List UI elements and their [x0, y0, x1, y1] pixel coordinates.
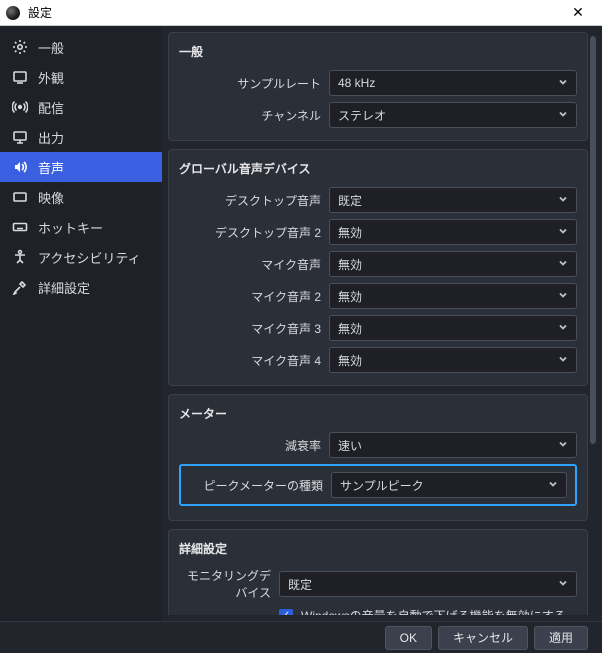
tools-icon [12, 279, 28, 295]
mic-audio-4-select[interactable]: 無効 [329, 347, 577, 373]
monitoring-device-label: モニタリングデバイス [179, 567, 279, 601]
gear-icon [12, 39, 28, 55]
chevron-down-icon [558, 76, 568, 90]
sidebar-item-appearance[interactable]: 外観 [0, 62, 162, 92]
sidebar-item-stream[interactable]: 配信 [0, 92, 162, 122]
sidebar-item-hotkeys[interactable]: ホットキー [0, 212, 162, 242]
select-value: 既定 [338, 192, 362, 209]
sidebar-item-label: 外観 [38, 68, 64, 87]
audio-icon [12, 159, 28, 175]
sidebar-item-label: 音声 [38, 158, 64, 177]
scrollbar-thumb[interactable] [590, 36, 596, 444]
ok-button[interactable]: OK [385, 626, 432, 650]
disable-audio-ducking-label: Windowsの音量を自動で下げる機能を無効にする [301, 607, 566, 615]
mic-audio-3-select[interactable]: 無効 [329, 315, 577, 341]
sidebar-item-accessibility[interactable]: アクセシビリティ [0, 242, 162, 272]
sidebar-item-output[interactable]: 出力 [0, 122, 162, 152]
group-title: 一般 [179, 43, 577, 60]
channels-label: チャンネル [179, 107, 329, 124]
desktop-audio-2-select[interactable]: 無効 [329, 219, 577, 245]
chevron-down-icon [558, 577, 568, 591]
palette-icon [12, 69, 28, 85]
select-value: サンプルピーク [340, 477, 424, 494]
sidebar-item-general[interactable]: 一般 [0, 32, 162, 62]
mic-audio-3-label: マイク音声 3 [179, 320, 329, 337]
chevron-down-icon [558, 289, 568, 303]
disable-audio-ducking-checkbox[interactable]: ✓ [279, 609, 293, 616]
chevron-down-icon [558, 353, 568, 367]
peak-meter-type-label: ピークメーターの種類 [189, 477, 331, 494]
sample-rate-label: サンプルレート [179, 75, 329, 92]
chevron-down-icon [558, 257, 568, 271]
close-button[interactable]: ✕ [560, 0, 596, 25]
desktop-audio-1-label: デスクトップ音声 [179, 192, 329, 209]
sidebar-item-label: 詳細設定 [38, 278, 90, 297]
apply-button[interactable]: 適用 [534, 626, 588, 650]
window-title: 設定 [28, 4, 560, 21]
titlebar: 設定 ✕ [0, 0, 602, 26]
sidebar-item-label: 配信 [38, 98, 64, 117]
select-value: 速い [338, 437, 362, 454]
peak-meter-type-select[interactable]: サンプルピーク [331, 472, 567, 498]
sidebar-item-advanced[interactable]: 詳細設定 [0, 272, 162, 302]
sidebar: 一般 外観 配信 出力 音声 映像 ホットキー アクセシビリティ [0, 26, 162, 621]
sidebar-item-video[interactable]: 映像 [0, 182, 162, 212]
cancel-button[interactable]: キャンセル [438, 626, 528, 650]
mic-audio-4-label: マイク音声 4 [179, 352, 329, 369]
mic-audio-2-select[interactable]: 無効 [329, 283, 577, 309]
chevron-down-icon [558, 321, 568, 335]
select-value: 既定 [288, 576, 312, 593]
group-advanced: 詳細設定 モニタリングデバイス 既定 ✓ Windowsの音量を自動で下げる機能… [168, 529, 588, 615]
desktop-audio-1-select[interactable]: 既定 [329, 187, 577, 213]
highlight-peak-meter-row: ピークメーターの種類 サンプルピーク [179, 464, 577, 506]
chevron-down-icon [558, 193, 568, 207]
output-icon [12, 129, 28, 145]
mic-audio-1-label: マイク音声 [179, 256, 329, 273]
chevron-down-icon [558, 225, 568, 239]
select-value: ステレオ [338, 107, 386, 124]
accessibility-icon [12, 249, 28, 265]
mic-audio-2-label: マイク音声 2 [179, 288, 329, 305]
group-title: 詳細設定 [179, 540, 577, 557]
decay-rate-select[interactable]: 速い [329, 432, 577, 458]
app-logo-icon [6, 6, 20, 20]
chevron-down-icon [558, 438, 568, 452]
select-value: 無効 [338, 224, 362, 241]
select-value: 無効 [338, 320, 362, 337]
decay-rate-label: 減衰率 [179, 437, 329, 454]
content-area: 一般 サンプルレート 48 kHz チャンネル ステレオ [168, 32, 588, 615]
mic-audio-1-select[interactable]: 無効 [329, 251, 577, 277]
vertical-scrollbar[interactable] [588, 32, 598, 615]
dialog-footer: OK キャンセル 適用 [0, 621, 602, 653]
sidebar-item-label: 一般 [38, 38, 64, 57]
group-meters: メーター 減衰率 速い ピークメーターの種類 サンプルピーク [168, 394, 588, 521]
video-icon [12, 189, 28, 205]
group-title: グローバル音声デバイス [179, 160, 577, 177]
select-value: 無効 [338, 288, 362, 305]
group-title: メーター [179, 405, 577, 422]
group-general: 一般 サンプルレート 48 kHz チャンネル ステレオ [168, 32, 588, 141]
chevron-down-icon [548, 478, 558, 492]
sidebar-item-label: 出力 [38, 128, 64, 147]
select-value: 無効 [338, 256, 362, 273]
chevron-down-icon [558, 108, 568, 122]
broadcast-icon [12, 99, 28, 115]
channels-select[interactable]: ステレオ [329, 102, 577, 128]
keyboard-icon [12, 219, 28, 235]
sidebar-item-audio[interactable]: 音声 [0, 152, 162, 182]
sidebar-item-label: ホットキー [38, 218, 103, 237]
sidebar-item-label: 映像 [38, 188, 64, 207]
monitoring-device-select[interactable]: 既定 [279, 571, 577, 597]
select-value: 無効 [338, 352, 362, 369]
desktop-audio-2-label: デスクトップ音声 2 [179, 224, 329, 241]
sample-rate-select[interactable]: 48 kHz [329, 70, 577, 96]
group-global-audio-devices: グローバル音声デバイス デスクトップ音声 既定 デスクトップ音声 2 無効 マイ… [168, 149, 588, 386]
sidebar-item-label: アクセシビリティ [38, 248, 141, 267]
select-value: 48 kHz [338, 76, 375, 90]
